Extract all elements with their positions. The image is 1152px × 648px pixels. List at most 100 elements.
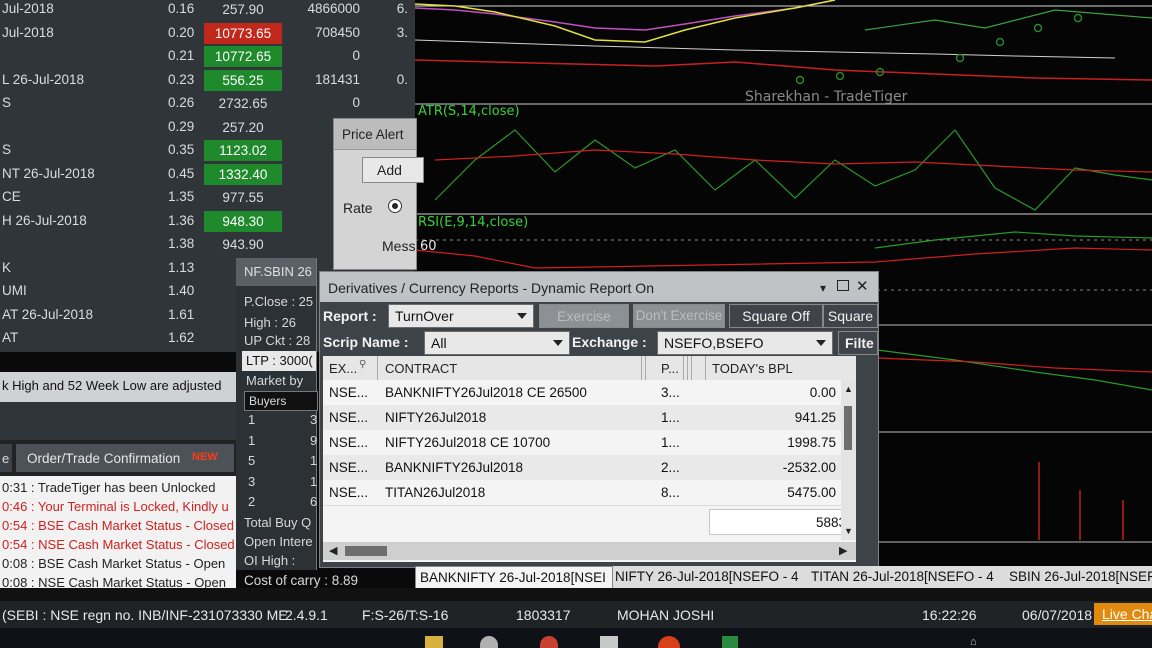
bpl-cell: 0.00 <box>809 385 836 400</box>
tab-order-trade-confirmation[interactable]: Order/Trade Confirmation NEW <box>16 444 234 472</box>
table-row[interactable]: NSE... TITAN26Jul2018 8... 5475.00 <box>323 480 856 506</box>
instrument-name: AT <box>2 330 19 345</box>
buyer-count: 3 <box>248 473 256 489</box>
p-cell: 3... <box>661 385 680 400</box>
spacer-panel <box>0 402 236 440</box>
chart-watermark: Sharekhan - TradeTiger <box>745 89 908 105</box>
message-entry: 0:54 : BSE Cash Market Status - Closed <box>2 518 234 533</box>
table-row[interactable]: 0.21 10772.65 0 <box>0 45 415 68</box>
scroll-left-icon[interactable]: ◀ <box>329 544 337 557</box>
close-icon[interactable]: ✕ <box>856 277 869 295</box>
table-row[interactable]: NSE... BANKNIFTY26Jul2018 2... -2532.00 <box>323 455 856 481</box>
price-alert-titlebar: Price Alert <box>334 119 416 150</box>
scroll-up-icon[interactable]: ▲ <box>844 384 853 394</box>
scrollbar-thumb[interactable] <box>844 406 852 450</box>
extra-value: 6. <box>396 1 408 16</box>
change-percent: 0.21 <box>168 48 195 63</box>
rate-radio[interactable] <box>388 199 402 213</box>
filter-button[interactable]: Filte <box>838 331 878 355</box>
folder-icon[interactable] <box>425 636 443 648</box>
instrument-name: NT 26-Jul-2018 <box>2 165 95 181</box>
volume: 0 <box>352 95 360 110</box>
chart-tab-label: TITAN 26-Jul-2018[NSEFO - 4 <box>811 569 994 584</box>
status-bar: (SEBI : NSE regn no. INB/INF-231073330 M… <box>0 601 1152 628</box>
table-row[interactable]: Jul-2018 0.16 257.90 4866000 6. <box>0 0 415 21</box>
last-traded-price: 977.55 <box>222 190 264 205</box>
horizontal-scrollbar[interactable]: ◀ ▶ <box>323 542 856 560</box>
scroll-right-icon[interactable]: ▶ <box>839 544 847 557</box>
bpl-cell: 5475.00 <box>787 485 836 500</box>
rsi-label: RSI(E,9,14,close) <box>418 215 529 230</box>
tab-left[interactable]: e <box>0 444 12 472</box>
report-select[interactable]: TurnOver <box>388 304 534 328</box>
buyer-qty: 6 <box>310 494 318 509</box>
column-contract[interactable]: CONTRACT <box>385 361 457 376</box>
square-off-button[interactable]: Square Off <box>729 304 823 328</box>
change-percent: 0.45 <box>168 165 195 181</box>
h-scrollbar-thumb[interactable] <box>345 546 387 556</box>
chart-tab-label: BANKNIFTY 26-Jul-2018[NSEI <box>420 570 606 585</box>
ltp-value: LTP : 3000( <box>246 353 313 368</box>
last-traded-price: 948.30 <box>204 210 282 232</box>
column-exchange[interactable]: EX... <box>329 361 357 376</box>
chart-tab[interactable]: TITAN 26-Jul-2018[NSEFO - 4 <box>807 566 1005 588</box>
chrome-icon[interactable] <box>540 636 558 648</box>
info-banner-text: k High and 52 Week Low are adjusted <box>2 378 222 393</box>
chevron-down-icon <box>517 313 527 319</box>
table-row[interactable]: NSE... NIFTY26Jul2018 1... 941.25 <box>323 405 856 431</box>
derivatives-report-dialog: Derivatives / Currency Reports - Dynamic… <box>319 271 879 568</box>
maximize-icon[interactable] <box>837 280 849 291</box>
buyer-count: 1 <box>248 432 256 448</box>
market-by-label: Market by <box>246 373 304 388</box>
square-button[interactable]: Square <box>823 304 878 328</box>
message-entry: 0:31 : TradeTiger has been Unlocked <box>2 480 216 495</box>
window-icon[interactable] <box>600 636 618 648</box>
tradetiger-icon[interactable] <box>658 636 680 648</box>
chart-tab[interactable]: NIFTY 26-Jul-2018[NSEFO - 4 <box>611 566 807 588</box>
network-icon[interactable]: ⌂ <box>970 636 977 648</box>
market-depth-panel: NF.SBIN 26 P.Close : 25 High : 26 UP Ckt… <box>236 258 318 570</box>
change-percent: 0.29 <box>168 118 195 134</box>
column-p[interactable]: P... <box>661 361 679 376</box>
exchange-select[interactable]: NSEFO,BSEFO <box>657 331 833 355</box>
change-percent: 1.62 <box>168 330 195 345</box>
change-percent: 1.40 <box>168 283 195 298</box>
table-row[interactable]: L 26-Jul-2018 0.23 556.25 181431 0. <box>0 69 415 92</box>
column-todays-bpl[interactable]: TODAY's BPL <box>712 361 793 376</box>
cost-of-carry-label: Cost of carry : 8.89 <box>244 573 359 588</box>
last-traded-price: 1123.02 <box>204 140 282 161</box>
excel-icon[interactable] <box>722 636 738 648</box>
chart-tab[interactable]: SBIN 26-Jul-2018[NSEFO <box>1005 566 1152 588</box>
message-entry: 0:46 : Your Terminal is Locked, Kindly u <box>2 499 229 514</box>
scrip-name-select[interactable]: All <box>424 331 570 355</box>
scroll-down-icon[interactable]: ▼ <box>844 526 853 536</box>
dialog-titlebar[interactable]: Derivatives / Currency Reports - Dynamic… <box>320 272 878 302</box>
volume: 181431 <box>314 71 360 87</box>
contract-cell: NIFTY26Jul2018 CE 10700 <box>385 435 551 450</box>
dont-exercise-button-label: Don't Exercise <box>635 308 723 323</box>
last-traded-price: 257.20 <box>222 119 264 135</box>
scrip-select-value: All <box>431 335 447 351</box>
atr-label: ATR(S,14,close) <box>418 104 520 119</box>
change-percent: 1.35 <box>168 189 195 204</box>
table-row[interactable]: S 0.26 2732.65 0 <box>0 92 415 115</box>
vertical-scrollbar[interactable]: ▲ ▼ <box>841 380 856 540</box>
live-chat-button[interactable]: Live Cha <box>1094 603 1152 625</box>
table-row[interactable]: NSE... NIFTY26Jul2018 CE 10700 1... 1998.75 <box>323 430 856 456</box>
dropdown-chevron-icon[interactable]: ▾ <box>820 281 826 295</box>
change-percent: 1.13 <box>168 259 195 275</box>
instrument-name: Jul-2018 <box>2 1 54 16</box>
exercise-button-label: Exercise <box>557 308 611 324</box>
instrument-name: H 26-Jul-2018 <box>2 212 87 228</box>
chart-tab[interactable]: BANKNIFTY 26-Jul-2018[NSEI <box>415 566 613 590</box>
instrument-name: S <box>2 95 12 110</box>
app-icon[interactable] <box>480 636 498 648</box>
last-traded-price: 10772.65 <box>204 46 282 67</box>
dont-exercise-button[interactable]: Don't Exercise <box>633 304 725 328</box>
exercise-button[interactable]: Exercise <box>539 304 629 328</box>
add-button[interactable]: Add <box>362 157 424 183</box>
filter-pin-icon[interactable]: ⚲ <box>359 359 366 370</box>
table-row[interactable]: NSE... BANKNIFTY26Jul2018 CE 26500 3... 0.0… <box>323 380 856 406</box>
date-text: 06/07/2018 <box>1022 607 1093 623</box>
table-row[interactable]: Jul-2018 0.20 10773.65 708450 3. <box>0 22 415 45</box>
